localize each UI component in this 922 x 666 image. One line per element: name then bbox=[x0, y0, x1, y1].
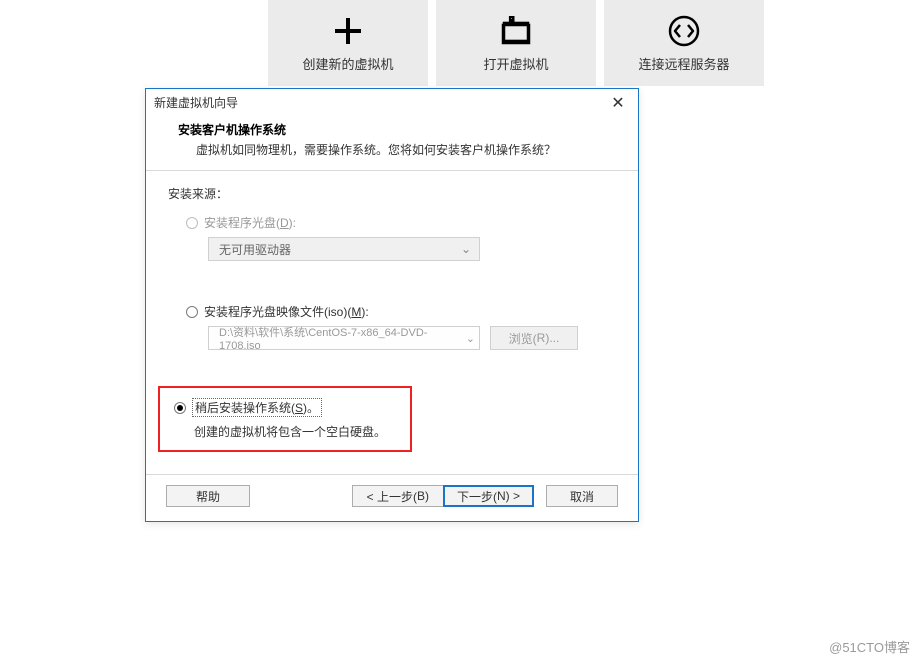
tile-label: 打开虚拟机 bbox=[483, 54, 548, 73]
disc-drive-dropdown[interactable]: 无可用驱动器 ⌄ bbox=[208, 237, 480, 261]
main-action-tiles: 创建新的虚拟机 打开虚拟机 连接远程服务器 bbox=[268, 0, 764, 86]
tile-label: 连接远程服务器 bbox=[638, 54, 729, 73]
dialog-footer: 帮助 < 上一步(B) 下一步(N) > 取消 bbox=[146, 475, 638, 521]
connect-remote-tile[interactable]: 连接远程服务器 bbox=[604, 0, 764, 86]
dialog-titlebar: 新建虚拟机向导 ✕ bbox=[146, 89, 638, 113]
dialog-body: 安装来源： 安装程序光盘(D): 无可用驱动器 ⌄ 安装程 bbox=[146, 171, 638, 474]
dialog-header: 安装客户机操作系统 虚拟机如同物理机，需要操作系统。您将如何安装客户机操作系统？ bbox=[146, 113, 638, 170]
chevron-down-icon: ⌄ bbox=[466, 332, 475, 345]
close-icon: ✕ bbox=[611, 93, 624, 113]
browse-button[interactable]: 浏览(R)... bbox=[490, 326, 578, 350]
install-later-description: 创建的虚拟机将包含一个空白硬盘。 bbox=[174, 423, 398, 440]
dialog-title: 新建虚拟机向导 bbox=[154, 94, 238, 111]
radio-iso-label: 安装程序光盘映像文件(iso)(M): bbox=[204, 303, 369, 320]
folder-open-icon bbox=[498, 14, 534, 48]
plus-icon bbox=[331, 14, 365, 48]
next-button[interactable]: 下一步(N) > bbox=[443, 485, 534, 507]
header-description: 虚拟机如同物理机，需要操作系统。您将如何安装客户机操作系统？ bbox=[178, 141, 620, 158]
radio-disc[interactable] bbox=[186, 217, 198, 229]
option-install-later-highlight: 稍后安装操作系统(S)。 创建的虚拟机将包含一个空白硬盘。 bbox=[158, 386, 412, 452]
radio-install-later-label: 稍后安装操作系统(S)。 bbox=[192, 398, 322, 417]
open-vm-tile[interactable]: 打开虚拟机 bbox=[436, 0, 596, 86]
option-iso-file: 安装程序光盘映像文件(iso)(M): D:\资料\软件\系统\CentOS-7… bbox=[168, 303, 616, 350]
chevron-down-icon: ⌄ bbox=[459, 242, 473, 256]
close-button[interactable]: ✕ bbox=[604, 94, 632, 112]
tile-label: 创建新的虚拟机 bbox=[302, 54, 393, 73]
cancel-button[interactable]: 取消 bbox=[546, 485, 618, 507]
option-installer-disc: 安装程序光盘(D): 无可用驱动器 ⌄ bbox=[168, 214, 616, 261]
install-source-label: 安装来源： bbox=[168, 185, 616, 202]
back-button[interactable]: < 上一步(B) bbox=[352, 485, 443, 507]
header-title: 安装客户机操作系统 bbox=[178, 121, 620, 138]
new-vm-wizard-dialog: 新建虚拟机向导 ✕ 安装客户机操作系统 虚拟机如同物理机，需要操作系统。您将如何… bbox=[145, 88, 639, 522]
radio-iso[interactable] bbox=[186, 306, 198, 318]
dropdown-value: 无可用驱动器 bbox=[219, 241, 291, 258]
create-new-vm-tile[interactable]: 创建新的虚拟机 bbox=[268, 0, 428, 86]
watermark: @51CTO博客 bbox=[829, 637, 910, 656]
radio-disc-label: 安装程序光盘(D): bbox=[204, 214, 296, 231]
iso-path-combo[interactable]: D:\资料\软件\系统\CentOS-7-x86_64-DVD-1708.iso… bbox=[208, 326, 480, 350]
connect-icon bbox=[667, 14, 701, 48]
iso-path-value: D:\资料\软件\系统\CentOS-7-x86_64-DVD-1708.iso bbox=[219, 324, 466, 352]
radio-install-later[interactable] bbox=[174, 402, 186, 414]
help-button[interactable]: 帮助 bbox=[166, 485, 250, 507]
